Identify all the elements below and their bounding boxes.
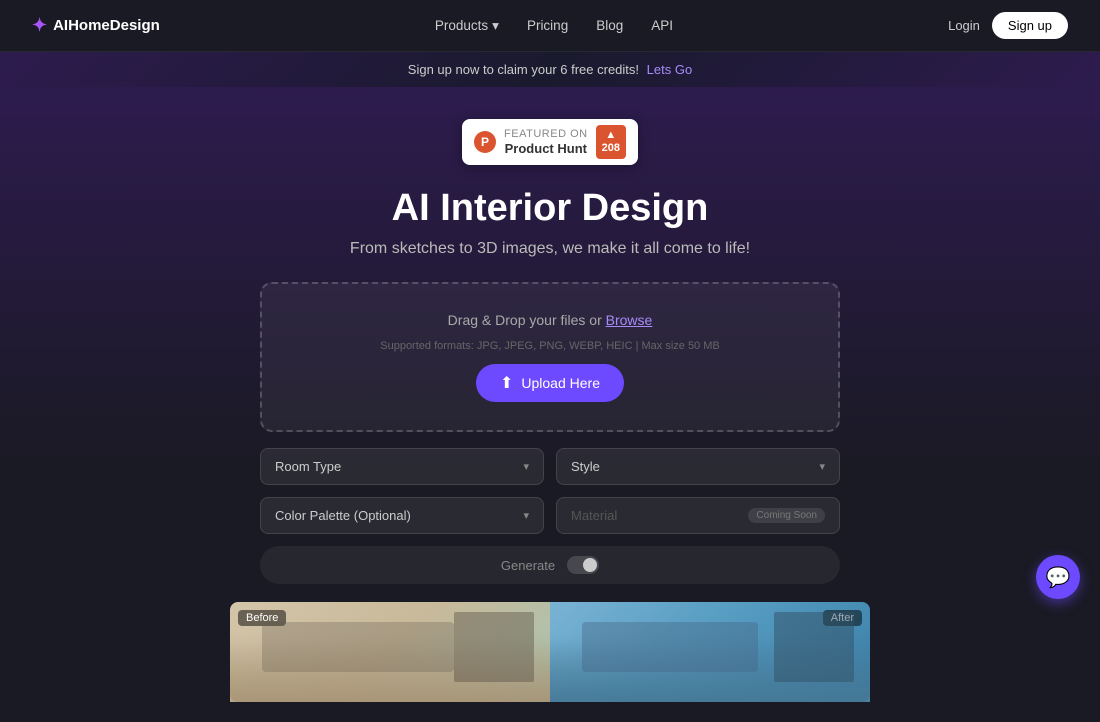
producthunt-badge[interactable]: P FEATURED ON Product Hunt ▲ 208	[462, 119, 638, 165]
options-row-2: Color Palette (Optional) ▾ Material Comi…	[260, 497, 840, 534]
announcement-text: Sign up now to claim your 6 free credits…	[408, 62, 639, 77]
generate-label: Generate	[501, 558, 555, 573]
after-panel: After	[550, 602, 870, 702]
producthunt-score: ▲ 208	[596, 125, 626, 159]
chat-icon: 💬	[1046, 565, 1071, 590]
logo[interactable]: ✦ AIHomeDesign	[32, 15, 160, 36]
style-label: Style	[571, 459, 600, 474]
producthunt-arrow: ▲	[605, 129, 616, 142]
announcement-link[interactable]: Lets Go	[647, 62, 693, 77]
logo-text: AIHomeDesign	[53, 17, 160, 34]
hero-section: P FEATURED ON Product Hunt ▲ 208 AI Inte…	[0, 87, 1100, 722]
producthunt-product-name: Product Hunt	[504, 141, 588, 156]
signup-button[interactable]: Sign up	[992, 12, 1068, 39]
before-panel: Before	[230, 602, 550, 702]
producthunt-text-block: FEATURED ON Product Hunt	[504, 128, 588, 156]
options-row-1: Room Type ▾ Style ▾	[260, 448, 840, 485]
upload-browse-link[interactable]: Browse	[606, 312, 653, 328]
generate-row[interactable]: Generate	[260, 546, 840, 584]
room-type-dropdown[interactable]: Room Type ▾	[260, 448, 544, 485]
hero-title: AI Interior Design	[392, 187, 709, 230]
upload-button[interactable]: ⬆ Upload Here	[476, 364, 624, 402]
nav-api[interactable]: API	[651, 18, 673, 33]
chevron-down-icon: ▾	[819, 460, 825, 473]
color-palette-dropdown[interactable]: Color Palette (Optional) ▾	[260, 497, 544, 534]
login-button[interactable]: Login	[948, 18, 980, 33]
logo-star-icon: ✦	[32, 15, 47, 36]
room-type-label: Room Type	[275, 459, 341, 474]
announcement-bar: Sign up now to claim your 6 free credits…	[0, 52, 1100, 87]
upload-formats-text: Supported formats: JPG, JPEG, PNG, WEBP,…	[380, 340, 720, 352]
navbar: ✦ AIHomeDesign Products ▾ Pricing Blog A…	[0, 0, 1100, 52]
coming-soon-badge: Coming Soon	[748, 508, 825, 523]
producthunt-score-value: 208	[602, 142, 620, 155]
nav-pricing[interactable]: Pricing	[527, 18, 568, 33]
material-label: Material	[571, 508, 617, 523]
chevron-down-icon: ▾	[523, 460, 529, 473]
chevron-down-icon: ▾	[492, 18, 499, 34]
nav-links: Products ▾ Pricing Blog API	[435, 18, 673, 34]
upload-dropzone[interactable]: Drag & Drop your files or Browse Support…	[260, 282, 840, 432]
nav-blog[interactable]: Blog	[596, 18, 623, 33]
nav-products[interactable]: Products ▾	[435, 18, 499, 34]
upload-icon: ⬆	[500, 373, 513, 393]
generate-toggle[interactable]	[567, 556, 599, 574]
toggle-knob	[583, 558, 597, 572]
color-palette-label: Color Palette (Optional)	[275, 508, 411, 523]
hero-subtitle: From sketches to 3D images, we make it a…	[350, 240, 750, 258]
producthunt-logo: P	[474, 131, 496, 153]
nav-actions: Login Sign up	[948, 12, 1068, 39]
upload-drag-text: Drag & Drop your files or Browse	[448, 312, 653, 328]
material-dropdown: Material Coming Soon	[556, 497, 840, 534]
chevron-down-icon: ▾	[523, 509, 529, 522]
chat-button[interactable]: 💬	[1036, 555, 1080, 599]
producthunt-featured-text: FEATURED ON	[504, 128, 588, 141]
upload-button-label: Upload Here	[521, 375, 600, 391]
before-after-section: Before After	[230, 602, 870, 702]
style-dropdown[interactable]: Style ▾	[556, 448, 840, 485]
